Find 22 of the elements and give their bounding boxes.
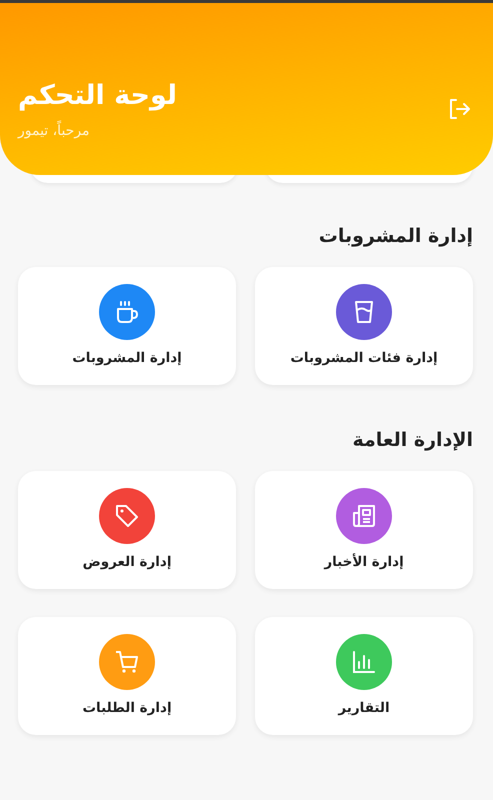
tag-icon: [114, 503, 140, 529]
menu-card[interactable]: إدارة فئات المشروبات: [255, 267, 473, 385]
section-title: الإدارة العامة: [352, 429, 473, 451]
menu-card[interactable]: إدارة المشروبات: [18, 267, 236, 385]
menu-card[interactable]: إدارة العروض: [18, 471, 236, 589]
logout-icon[interactable]: [447, 96, 473, 122]
chart-icon: [351, 649, 377, 675]
card-label: التقارير: [338, 700, 390, 716]
news-icon: [351, 503, 377, 529]
menu-card[interactable]: التقارير: [255, 617, 473, 735]
section-title: إدارة المشروبات: [318, 225, 473, 247]
page-title: لوحة التحكم: [18, 80, 178, 110]
card-label: إدارة المشروبات: [72, 350, 182, 366]
greeting-text: مرحباً، تيمور: [18, 122, 90, 138]
card-label: إدارة العروض: [82, 554, 172, 570]
card-label: إدارة فئات المشروبات: [290, 350, 438, 366]
menu-card[interactable]: إدارة الأخبار: [255, 471, 473, 589]
card-label: إدارة الأخبار: [324, 554, 404, 570]
menu-card[interactable]: إدارة الطلبات: [18, 617, 236, 735]
card-label: إدارة الطلبات: [82, 700, 172, 716]
cup-icon: [114, 299, 140, 325]
cart-icon: [114, 649, 140, 675]
